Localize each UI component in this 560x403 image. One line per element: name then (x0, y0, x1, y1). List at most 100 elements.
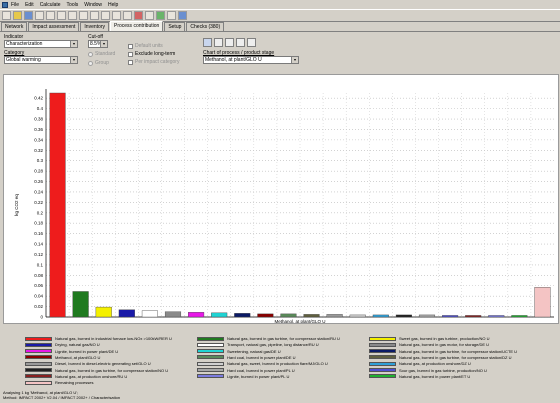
menu-edit[interactable]: Edit (25, 2, 34, 8)
legend-swatch (25, 380, 52, 385)
copy-icon[interactable] (68, 11, 77, 20)
legend-item: Sour gas, burned in gas turbine, product… (369, 368, 487, 373)
category-select[interactable]: Global warming (4, 56, 78, 64)
legend-label: Transport, natural gas, pipeline, long d… (227, 342, 319, 348)
open-icon[interactable] (13, 11, 22, 20)
legend-swatch (25, 342, 52, 347)
legend-swatch (197, 336, 224, 341)
legend-label: Hard coal, burned in power plant/PL U (227, 367, 295, 373)
legend-swatch (25, 336, 52, 341)
y-tick-label: 0.16 (34, 231, 43, 236)
bar-chart-icon[interactable] (214, 38, 223, 47)
help-icon[interactable] (178, 11, 187, 20)
legend-item: Sweet gas, burned in gas turbine, produc… (369, 336, 490, 341)
cutoff-select[interactable]: 8.5% (88, 40, 108, 48)
menu-help[interactable]: Help (108, 2, 118, 8)
chart-bar (211, 312, 228, 318)
legend-item: Sweetening, natural gas/DE U (197, 349, 281, 354)
legend-item: Natural gas, sweet, burned in production… (197, 361, 328, 366)
chart-bar (303, 314, 320, 318)
chart-bar (326, 314, 343, 318)
y-tick-label: 0 (40, 315, 43, 320)
settings-icon[interactable] (167, 11, 176, 20)
table-view-icon[interactable] (203, 38, 212, 47)
chevron-down-icon (100, 41, 107, 47)
tab-inventory[interactable]: Inventory (80, 22, 109, 31)
y-tick-label: 0.14 (34, 242, 43, 247)
legend-label: Sweet gas, burned in gas turbine, produc… (399, 336, 490, 341)
chart-bar (442, 315, 459, 318)
new-icon[interactable] (2, 11, 11, 20)
stacked-chart-icon[interactable] (247, 38, 256, 47)
legend-label: Natural gas, burned in gas turbine, for … (55, 367, 169, 373)
indicator-select[interactable]: Characterization (4, 40, 78, 48)
tab-checks[interactable]: Checks (380) (186, 22, 225, 31)
legend-item: Natural gas, burned in gas turbine, for … (369, 349, 517, 354)
y-tick-label: 0.22 (34, 200, 43, 205)
chart-bar (372, 314, 389, 318)
menu-file[interactable]: File (11, 2, 19, 8)
chart-bar (280, 313, 297, 318)
expand-icon[interactable] (101, 11, 110, 20)
find-icon[interactable] (90, 11, 99, 20)
menu-calculate[interactable]: Calculate (40, 2, 61, 8)
legend-label: Natural gas, burned in gas turbine, for … (399, 348, 518, 354)
legend-item: Natural gas, burned in power plant/ET U (369, 374, 470, 379)
checkbox-box (128, 51, 133, 57)
legend-label: Natural gas, at production onshore/RU U (55, 373, 128, 379)
app-icon (2, 1, 8, 8)
y-tick-label: 0.26 (34, 179, 43, 184)
save-icon[interactable] (24, 11, 33, 20)
legend-swatch (25, 355, 52, 360)
cut-icon[interactable] (57, 11, 66, 20)
default-units-checkbox[interactable]: Default units (128, 43, 163, 49)
legend-swatch (369, 336, 396, 341)
legend-label: Natural gas, at production onshore/DZ U (399, 361, 471, 367)
chart-bar (164, 311, 182, 318)
chart-bar (118, 309, 135, 318)
calculate-icon[interactable] (123, 11, 132, 20)
legend-label: Natural gas, burned in gas motor, for st… (399, 342, 490, 348)
checkbox-box (128, 59, 133, 65)
tab-network[interactable]: Network (1, 22, 28, 31)
tab-process-contribution[interactable]: Process contribution (110, 21, 164, 31)
legend-item: Drying, natural gas/NO U (25, 342, 100, 347)
legend-label: Natural gas, burned in gas turbine, for … (399, 354, 512, 360)
network-icon[interactable] (156, 11, 165, 20)
chart-bar (534, 287, 551, 318)
legend-label: Hard coal, burned in power plant/DE U (227, 354, 296, 360)
y-axis-label: kg CO2 eq (14, 194, 19, 216)
legend-swatch (369, 355, 396, 360)
legend-label: Natural gas, sweet, burned in production… (227, 361, 328, 367)
tab-setup[interactable]: Setup (164, 22, 186, 31)
analysis-footer: Analysing 1 kg 'Methanol, at plant/GLO U… (3, 390, 120, 400)
legend-label: Remaining processes (55, 380, 94, 386)
legend-item: Natural gas, burned in gas turbine, for … (369, 355, 512, 360)
menu-tools[interactable]: Tools (67, 2, 79, 8)
standard-radio[interactable]: Standard (88, 51, 115, 57)
chart-bar (95, 306, 112, 318)
chart-of-select[interactable]: Methanol, at plant/GLO U (203, 56, 299, 64)
exclude-long-term-checkbox[interactable]: Exclude long-term (128, 51, 175, 57)
analyze-icon[interactable] (134, 11, 143, 20)
compare-icon[interactable] (145, 11, 154, 20)
paste-icon[interactable] (79, 11, 88, 20)
legend-item: Natural gas, burned in industrial furnac… (25, 336, 172, 341)
menu-window[interactable]: Window (84, 2, 102, 8)
legend-item: Natural gas, burned in gas motor, for st… (369, 342, 489, 347)
legend-swatch (369, 368, 396, 372)
per-impact-category-checkbox[interactable]: Per impact category (128, 59, 179, 65)
tab-impact-assessment[interactable]: Impact assessment (28, 22, 80, 31)
legend-label: Methanol, at plant/GLO U (55, 354, 101, 360)
print-preview-icon[interactable] (46, 11, 55, 20)
chart-bar (418, 314, 436, 318)
pie-chart-icon[interactable] (236, 38, 245, 47)
collapse-icon[interactable] (112, 11, 121, 20)
footer-method-line: Method: IMPACT 2002+ V2.04 / IMPACT 2002… (3, 395, 121, 400)
legend-swatch (369, 374, 396, 379)
group-radio[interactable]: Group (88, 60, 109, 66)
column-chart-icon[interactable] (225, 38, 234, 47)
print-icon[interactable] (35, 11, 44, 20)
chart-type-icons (203, 38, 258, 47)
default-units-label: Default units (135, 43, 163, 49)
